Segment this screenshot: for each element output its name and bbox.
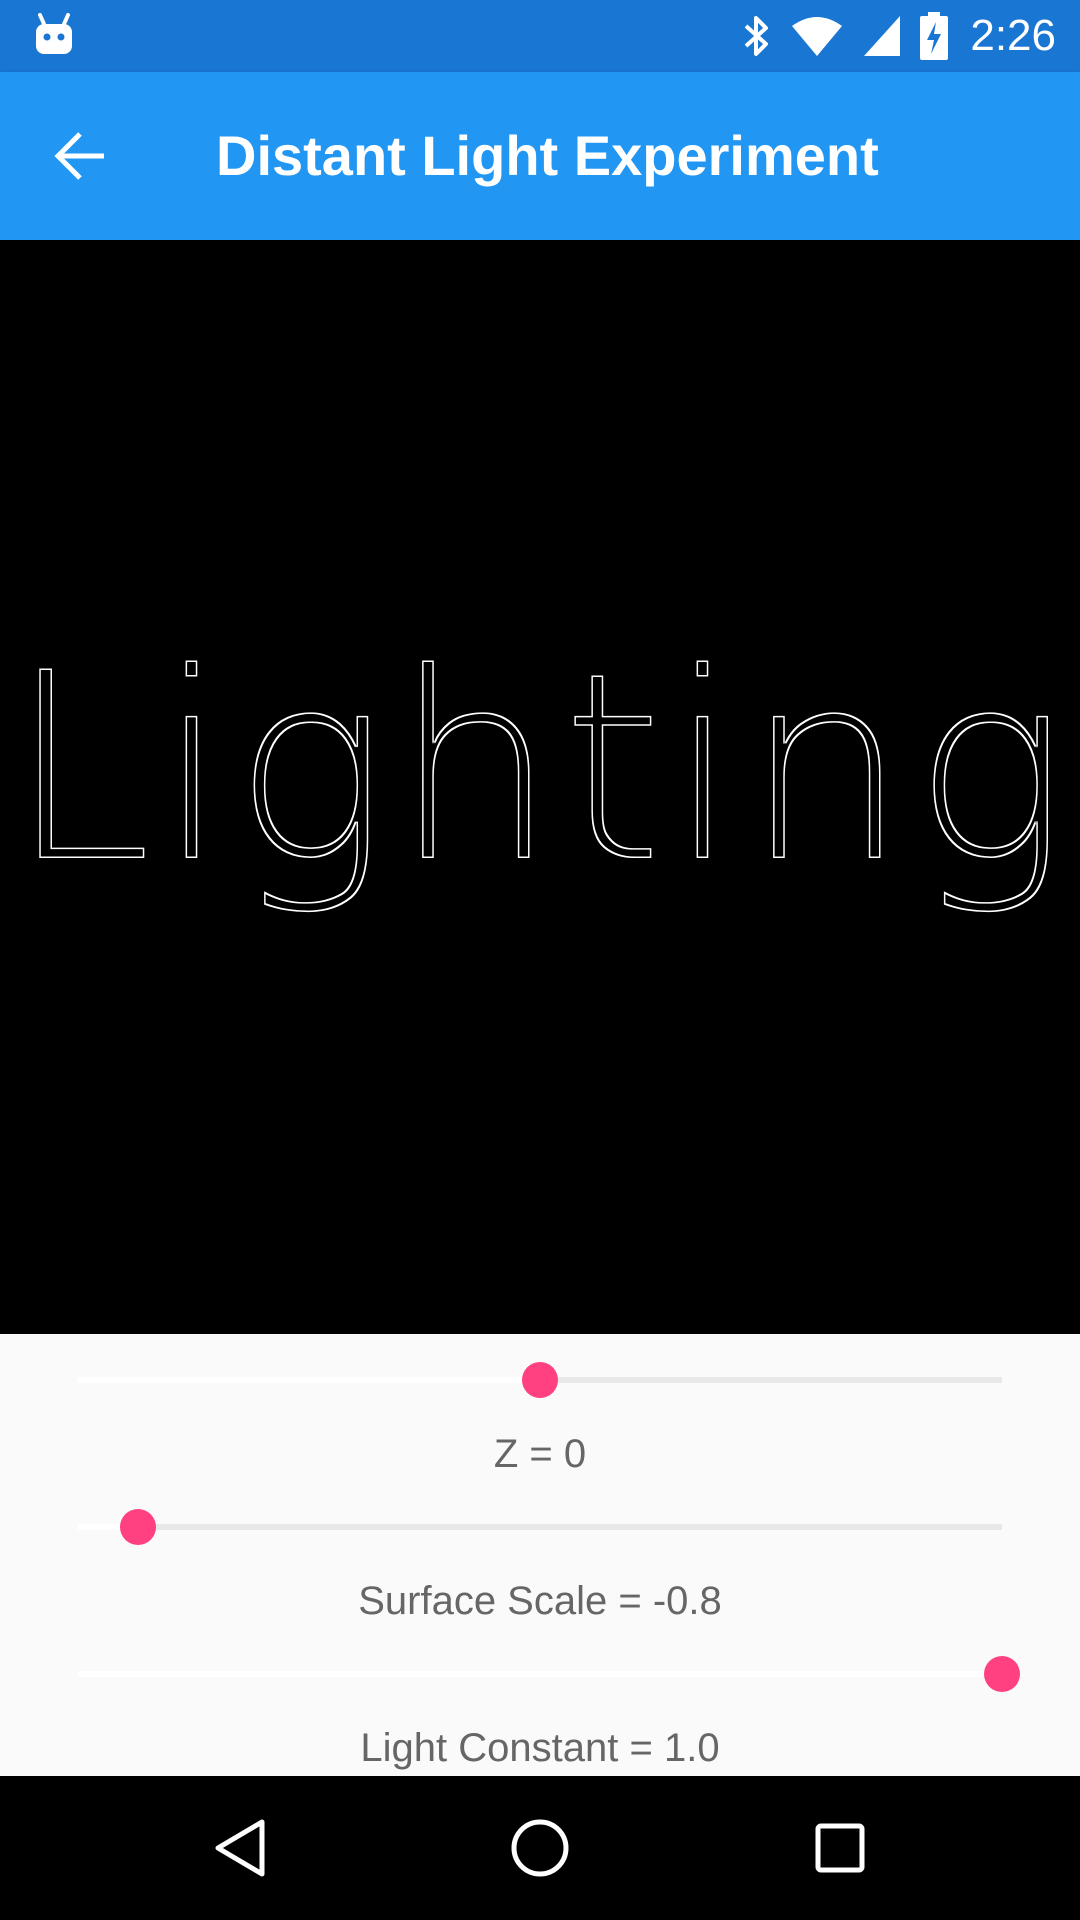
recents-square-icon [815, 1823, 865, 1873]
lighting-effect-text: Lighting [8, 618, 1073, 920]
z-label: Z = 0 [493, 1432, 587, 1476]
status-bar: 2:26 [0, 0, 1080, 72]
slider-fill [78, 1671, 1002, 1677]
lighting-word: Lighting [8, 618, 1073, 920]
nav-home-button[interactable] [492, 1800, 588, 1896]
battery-charging-icon [920, 12, 949, 60]
slider-thumb[interactable] [984, 1656, 1020, 1692]
cell-signal-icon [864, 16, 901, 56]
app-bar: Distant Light Experiment [0, 72, 1080, 240]
slider-thumb[interactable] [522, 1362, 558, 1398]
nav-back-button[interactable] [192, 1800, 288, 1896]
back-button[interactable] [40, 116, 120, 196]
surface-scale-label: Surface Scale = -0.8 [358, 1579, 722, 1623]
page-title: Distant Light Experiment [216, 124, 879, 187]
navigation-bar [0, 1776, 1080, 1920]
back-triangle-icon [215, 1819, 265, 1877]
slider-thumb[interactable] [120, 1509, 157, 1545]
status-time: 2:26 [970, 11, 1056, 60]
slider-track [78, 1524, 1002, 1530]
bluetooth-icon [745, 16, 769, 56]
lighting-canvas: Lighting [0, 240, 1080, 1334]
wifi-icon [792, 17, 843, 56]
arrow-back-icon [54, 132, 104, 180]
home-circle-icon [511, 1819, 569, 1877]
z-slider[interactable] [78, 1350, 1002, 1410]
nav-recents-button[interactable] [792, 1800, 888, 1896]
light-constant-label: Light Constant = 1.0 [360, 1726, 720, 1770]
controls-panel: Z = 0 Surface Scale = -0.8 Light Constan… [0, 1334, 1080, 1776]
android-debug-icon [36, 13, 72, 54]
light-constant-slider[interactable] [78, 1644, 1020, 1704]
slider-fill [78, 1377, 540, 1383]
surface-scale-slider[interactable] [78, 1497, 1002, 1557]
